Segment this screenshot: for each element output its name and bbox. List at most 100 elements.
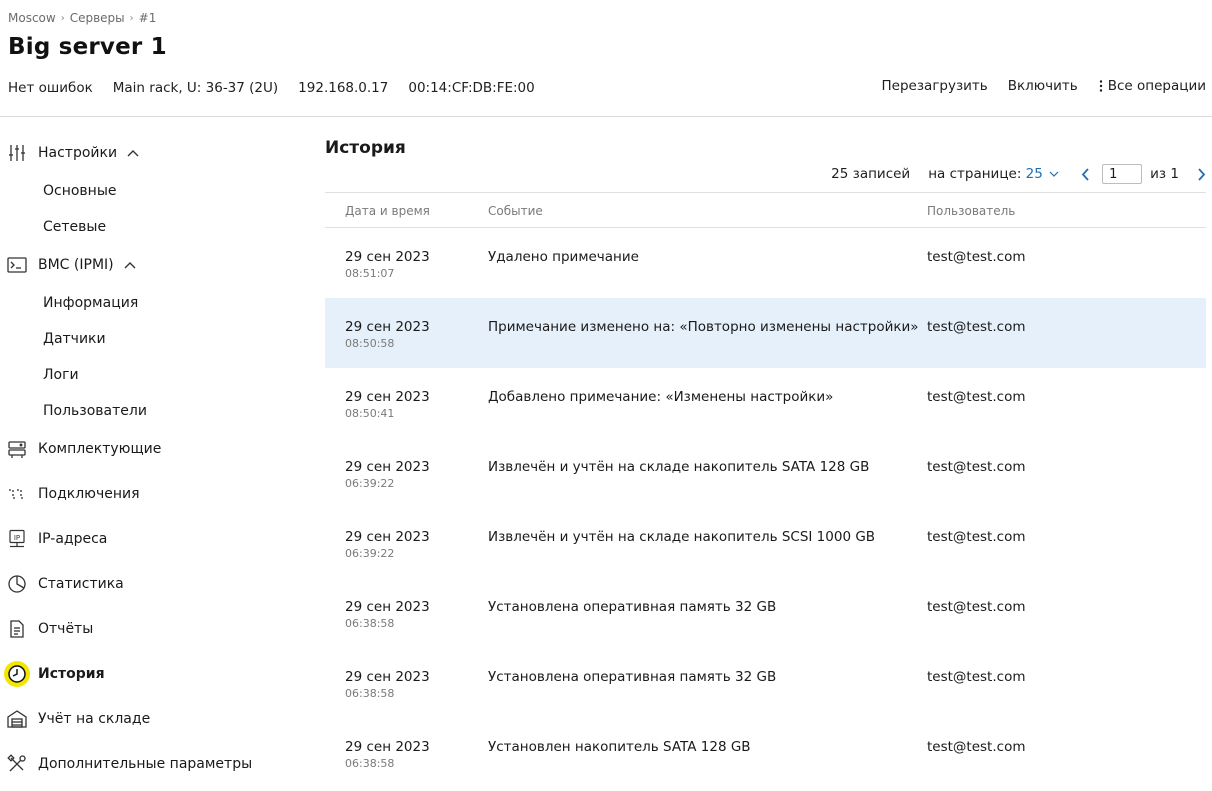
- next-page-button[interactable]: [1197, 167, 1206, 181]
- sidebar-item-stats[interactable]: Статистика: [6, 573, 124, 595]
- table-header: Дата и время Событие Пользователь: [325, 192, 1206, 228]
- sidebar-item-label: Статистика: [38, 576, 124, 592]
- row-time: 06:38:58: [345, 757, 395, 770]
- chevron-right-icon: [1198, 167, 1206, 181]
- sidebar-item-warehouse[interactable]: Учёт на складе: [6, 708, 150, 730]
- row-time: 08:50:58: [345, 337, 395, 350]
- ip-address: 192.168.0.17: [298, 80, 389, 96]
- row-event: Установлена оперативная память 32 GB: [488, 669, 777, 685]
- sidebar-item-history[interactable]: История: [4, 661, 105, 687]
- sidebar-item-bmc[interactable]: BMC (IPMI): [6, 254, 136, 276]
- sidebar-item-components[interactable]: Комплектующие: [6, 438, 161, 460]
- sidebar-item-label: Настройки: [38, 145, 118, 161]
- rack-location: Main rack, U: 36-37 (2U): [112, 80, 279, 96]
- clock-icon: [4, 661, 30, 687]
- chevron-up-icon: [124, 261, 136, 269]
- power-on-button[interactable]: Включить: [1008, 78, 1078, 94]
- sidebar-item-label: BMC (IPMI): [38, 257, 114, 273]
- row-event: Извлечён и учтён на складе накопитель SC…: [488, 529, 876, 545]
- page-number-input[interactable]: [1102, 164, 1143, 184]
- sidebar-item-settings-basic[interactable]: Основные: [43, 183, 117, 199]
- row-time: 06:39:22: [345, 477, 395, 490]
- sidebar-item-connections[interactable]: Подключения: [6, 483, 140, 505]
- kebab-menu-icon: [1099, 80, 1102, 92]
- sidebar-item-reports[interactable]: Отчёты: [6, 618, 93, 640]
- table-row[interactable]: 29 сен 2023 06:38:58 Установлена операти…: [325, 578, 1206, 648]
- status-text: Нет ошибок: [8, 80, 93, 96]
- server-meta: Нет ошибок Main rack, U: 36-37 (2U) 192.…: [8, 80, 535, 96]
- table-row[interactable]: 29 сен 2023 08:50:41 Добавлено примечани…: [325, 368, 1206, 438]
- breadcrumb-current: #1: [138, 11, 157, 25]
- row-time: 06:39:22: [345, 547, 395, 560]
- row-time: 08:50:41: [345, 407, 395, 420]
- row-event: Примечание изменено на: «Повторно измене…: [488, 319, 919, 335]
- sidebar-item-label: Учёт на складе: [38, 711, 151, 727]
- server-actions: Перезагрузить Включить Все операции: [882, 78, 1206, 94]
- sliders-icon: [6, 142, 28, 164]
- row-date: 29 сен 2023: [345, 389, 430, 405]
- table-row[interactable]: 29 сен 2023 06:39:22 Извлечён и учтён на…: [325, 438, 1206, 508]
- table-row[interactable]: 29 сен 2023 08:51:07 Удалено примечание …: [325, 228, 1206, 298]
- sidebar-item-bmc-users[interactable]: Пользователи: [43, 403, 147, 419]
- breadcrumb: Moscow › Серверы › #1: [8, 11, 156, 25]
- reboot-button[interactable]: Перезагрузить: [882, 78, 988, 94]
- per-page-label: на странице:: [928, 166, 1022, 182]
- sidebar-item-label: Дополнительные параметры: [38, 756, 253, 772]
- warehouse-icon: [6, 708, 28, 730]
- page-title: Big server 1: [8, 34, 167, 60]
- breadcrumb-separator-icon: ›: [129, 12, 134, 24]
- sidebar-item-label: IP-адреса: [38, 531, 108, 547]
- sidebar-item-extra[interactable]: Дополнительные параметры: [6, 753, 252, 775]
- pagination: 25 записей на странице: 25 из 1: [831, 164, 1206, 184]
- server-components-icon: [6, 438, 28, 460]
- per-page-value: 25: [1025, 166, 1043, 182]
- row-event: Установлен накопитель SATA 128 GB: [488, 739, 751, 755]
- sidebar-item-label: Отчёты: [38, 621, 94, 637]
- sidebar-item-ip[interactable]: IP IP-адреса: [6, 528, 107, 550]
- column-header-event[interactable]: Событие: [488, 204, 543, 218]
- breadcrumb-servers[interactable]: Серверы: [70, 11, 125, 25]
- prev-page-button[interactable]: [1081, 167, 1090, 181]
- row-user: test@test.com: [927, 389, 1026, 405]
- breadcrumb-moscow[interactable]: Moscow: [8, 11, 56, 25]
- table-row[interactable]: 29 сен 2023 06:38:58 Установлена операти…: [325, 648, 1206, 718]
- sidebar-item-label: Подключения: [38, 486, 140, 502]
- all-operations-button[interactable]: Все операции: [1098, 78, 1206, 94]
- row-date: 29 сен 2023: [345, 319, 430, 335]
- table-row[interactable]: 29 сен 2023 06:39:22 Извлечён и учтён на…: [325, 508, 1206, 578]
- row-event: Установлена оперативная память 32 GB: [488, 599, 777, 615]
- row-time: 08:51:07: [345, 267, 395, 280]
- sidebar-item-bmc-logs[interactable]: Логи: [43, 367, 79, 383]
- row-date: 29 сен 2023: [345, 529, 430, 545]
- row-user: test@test.com: [927, 599, 1026, 615]
- terminal-icon: [6, 254, 28, 276]
- sidebar-item-bmc-info[interactable]: Информация: [43, 295, 138, 311]
- tools-icon: [6, 753, 28, 775]
- pie-chart-icon: [6, 573, 28, 595]
- row-time: 06:38:58: [345, 687, 395, 700]
- records-count: 25 записей: [831, 166, 911, 182]
- row-date: 29 сен 2023: [345, 599, 430, 615]
- row-user: test@test.com: [927, 319, 1026, 335]
- row-user: test@test.com: [927, 249, 1026, 265]
- row-event: Удалено примечание: [488, 249, 639, 265]
- row-user: test@test.com: [927, 459, 1026, 475]
- document-icon: [6, 618, 28, 640]
- svg-text:IP: IP: [14, 534, 20, 542]
- table-row[interactable]: 29 сен 2023 06:38:58 Установлен накопите…: [325, 718, 1206, 788]
- all-operations-label: Все операции: [1107, 78, 1206, 94]
- sidebar-item-label: История: [38, 666, 105, 682]
- column-header-datetime[interactable]: Дата и время: [345, 204, 430, 218]
- sidebar-item-settings[interactable]: Настройки: [6, 142, 139, 164]
- row-date: 29 сен 2023: [345, 669, 430, 685]
- row-date: 29 сен 2023: [345, 459, 430, 475]
- column-header-user[interactable]: Пользователь: [927, 204, 1015, 218]
- table-row[interactable]: 29 сен 2023 08:50:58 Примечание изменено…: [325, 298, 1206, 368]
- chevron-left-icon: [1081, 167, 1089, 181]
- breadcrumb-separator-icon: ›: [60, 12, 65, 24]
- row-event: Добавлено примечание: «Изменены настройк…: [488, 389, 834, 405]
- sidebar-item-bmc-sensors[interactable]: Датчики: [43, 331, 106, 347]
- row-date: 29 сен 2023: [345, 249, 430, 265]
- per-page-select[interactable]: на странице: 25: [928, 166, 1059, 182]
- sidebar-item-settings-network[interactable]: Сетевые: [43, 219, 106, 235]
